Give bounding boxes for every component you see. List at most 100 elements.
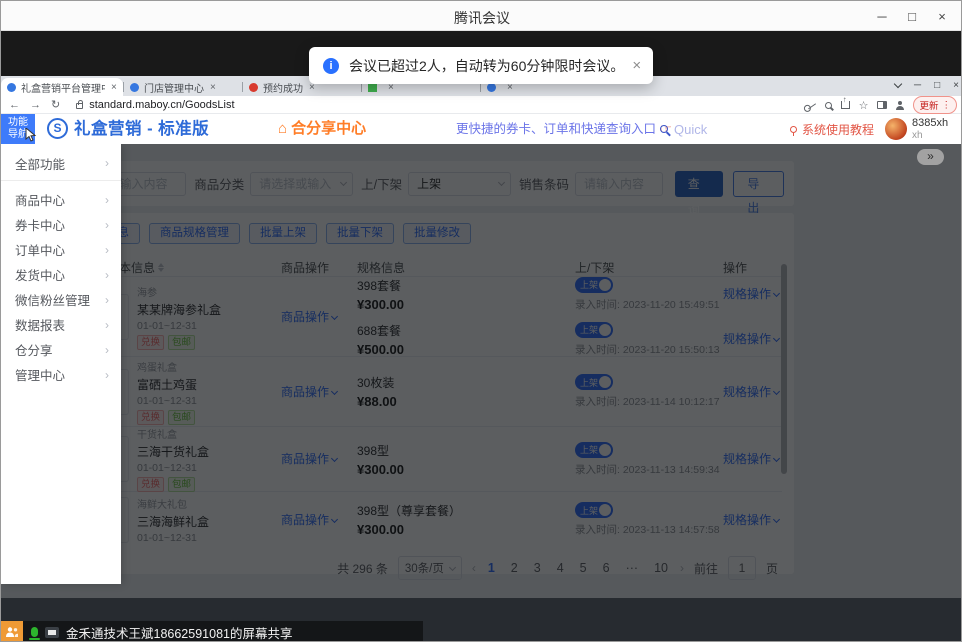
toast-message: 会议已超过2人，自动转为60分钟限时会议。 xyxy=(349,56,624,76)
promo-text: 更快捷的券卡、订单和快递查询入口 xyxy=(456,122,656,136)
bottom-letterbox xyxy=(1,598,962,621)
sidebar-item-label: 全部功能 xyxy=(15,154,65,173)
tab-favicon-blue-circle xyxy=(130,83,139,92)
tab-favicon-blue-circle xyxy=(7,83,16,92)
lock-icon xyxy=(76,103,83,109)
sidebar-item[interactable]: 仓分享 › xyxy=(1,337,121,362)
share-center-label: 合分享中心 xyxy=(291,120,366,137)
chevron-right-icon: › xyxy=(105,293,109,307)
browser-tab[interactable]: 礼盒营销平台管理中心 × xyxy=(1,78,123,96)
browser-minimize-icon[interactable]: ─ xyxy=(914,80,921,91)
sidebar-item[interactable]: 全部功能 › xyxy=(1,148,121,178)
side-panel-icon[interactable] xyxy=(877,101,887,109)
tab-label: 礼盒营销平台管理中心 xyxy=(21,80,105,95)
sidebar-divider xyxy=(1,180,121,181)
close-icon[interactable]: × xyxy=(927,1,957,31)
addressbar-actions: ☆ 更新 ⋮ xyxy=(807,96,957,114)
share-icon[interactable] xyxy=(841,101,850,109)
reload-icon[interactable]: ↻ xyxy=(51,98,60,111)
back-icon[interactable]: ← xyxy=(9,99,20,111)
address-bar: ← → ↻ standard.maboy.cn/GoodsList ☆ 更新 ⋮ xyxy=(1,96,962,114)
browser-tab[interactable]: 门店管理中心 × xyxy=(124,78,242,96)
tab-label: 门店管理中心 xyxy=(144,80,204,95)
brand-logo-icon: S xyxy=(47,118,68,139)
sidebar-item-label: 数据报表 xyxy=(15,315,65,334)
tab-favicon-red-circle xyxy=(249,83,258,92)
chevron-down-icon[interactable] xyxy=(894,79,902,87)
zoom-icon[interactable] xyxy=(825,102,832,109)
mouse-cursor-icon xyxy=(25,128,37,142)
bulb-icon xyxy=(790,126,797,133)
chevron-right-icon: › xyxy=(105,318,109,332)
minimize-icon[interactable]: ─ xyxy=(867,1,897,31)
sidebar-item-label: 订单中心 xyxy=(15,240,65,259)
sidebar-item[interactable]: 发货中心 › xyxy=(1,262,121,287)
toast-close-icon[interactable]: × xyxy=(624,57,641,74)
profile-icon[interactable] xyxy=(896,101,904,109)
key-icon[interactable] xyxy=(807,101,816,109)
microphone-icon[interactable] xyxy=(31,627,38,637)
meeting-titlebar: 腾讯会议 ─ □ × xyxy=(1,1,962,31)
search-icon xyxy=(660,125,668,133)
chevron-right-icon: › xyxy=(105,243,109,257)
sidebar-item[interactable]: 券卡中心 › xyxy=(1,212,121,237)
chevron-right-icon: › xyxy=(105,343,109,357)
tutorial-label: 系统使用教程 xyxy=(802,121,874,138)
participants-icon[interactable] xyxy=(1,621,23,642)
menu-dots-icon: ⋮ xyxy=(942,100,952,111)
tab-close-icon[interactable]: × xyxy=(111,82,117,93)
user-name: 8385xh xyxy=(912,117,948,129)
sidebar-item-label: 仓分享 xyxy=(15,340,53,359)
app-header: 功能 导航 S 礼盒营销 - 标准版 ⌂合分享中心 更快捷的券卡、订单和快递查询… xyxy=(1,114,962,144)
promo-link[interactable]: 更快捷的券卡、订单和快递查询入口☞ xyxy=(456,114,672,144)
tab-label: 预约成功 xyxy=(263,80,303,95)
forward-icon[interactable]: → xyxy=(30,99,41,111)
url-text[interactable]: standard.maboy.cn/GoodsList xyxy=(89,99,234,111)
search-placeholder: Quick xyxy=(674,122,707,137)
maximize-icon[interactable]: □ xyxy=(897,1,927,31)
user-avatar[interactable] xyxy=(885,118,907,140)
sidebar-item-label: 微信粉丝管理 xyxy=(15,290,90,309)
user-tag: xh xyxy=(912,130,923,141)
shared-browser: 礼盒营销平台管理中心 ×门店管理中心 × 预约成功 × × × ─ □ × ← → ↻ st… xyxy=(1,76,962,598)
share-center-link[interactable]: ⌂合分享中心 xyxy=(278,114,366,144)
browser-window-controls: ─ □ × xyxy=(895,76,959,94)
brand-title: 礼盒营销 - 标准版 xyxy=(74,114,209,144)
chevron-right-icon: › xyxy=(105,368,109,382)
sidebar-item-label: 商品中心 xyxy=(15,190,65,209)
quick-search-input[interactable]: Quick xyxy=(660,114,707,144)
sidebar-item[interactable]: 商品中心 › xyxy=(1,187,121,212)
expand-panel-button[interactable]: » xyxy=(917,149,944,165)
sidebar-item-label: 管理中心 xyxy=(15,365,65,384)
bookmark-star-icon[interactable]: ☆ xyxy=(859,99,869,112)
dim-overlay[interactable] xyxy=(1,144,962,598)
sidebar-item[interactable]: 数据报表 › xyxy=(1,312,121,337)
meeting-window: 腾讯会议 ─ □ × 礼盒营销平台管理中心 × 门店管理中心 × 预约成功 × × × ─ □… xyxy=(0,0,962,642)
window-controls: ─ □ × xyxy=(867,1,957,31)
screenshare-icon xyxy=(45,627,59,638)
sidebar-item-label: 券卡中心 xyxy=(15,215,65,234)
tutorial-link[interactable]: 系统使用教程 xyxy=(790,114,874,144)
share-banner-text: 金禾通技术王斌18662591081的屏幕共享 xyxy=(66,623,292,642)
screen-share-bar: 金禾通技术王斌18662591081的屏幕共享 xyxy=(1,621,962,642)
chevron-right-icon: › xyxy=(105,268,109,282)
sidebar-item[interactable]: 微信粉丝管理 › xyxy=(1,287,121,312)
chevron-right-icon: › xyxy=(105,193,109,207)
sidebar-item-label: 发货中心 xyxy=(15,265,65,284)
sidebar-item[interactable]: 管理中心 › xyxy=(1,362,121,387)
nav-dropdown-panel: 全部功能›商品中心›券卡中心›订单中心›发货中心›微信粉丝管理›数据报表›仓分享… xyxy=(1,144,121,584)
house-icon: ⌂ xyxy=(278,120,287,137)
chevron-right-icon: › xyxy=(105,156,109,170)
info-icon: i xyxy=(323,58,339,74)
page-area: 关键词 请输入内容 商品分类 请选择或输入 上/下架 上架 销售条码 请输入内容… xyxy=(1,144,962,598)
meeting-toast: i 会议已超过2人，自动转为60分钟限时会议。 × xyxy=(309,47,653,84)
meeting-title: 腾讯会议 xyxy=(1,8,962,28)
browser-close-icon[interactable]: × xyxy=(953,80,959,91)
browser-maximize-icon[interactable]: □ xyxy=(934,80,940,91)
tab-close-icon[interactable]: × xyxy=(210,82,216,93)
browser-update-button[interactable]: 更新 ⋮ xyxy=(913,96,957,114)
sidebar-item[interactable]: 订单中心 › xyxy=(1,237,121,262)
chevron-right-icon: › xyxy=(105,218,109,232)
share-status-pill: 金禾通技术王斌18662591081的屏幕共享 xyxy=(23,621,423,642)
update-label: 更新 xyxy=(919,98,938,112)
